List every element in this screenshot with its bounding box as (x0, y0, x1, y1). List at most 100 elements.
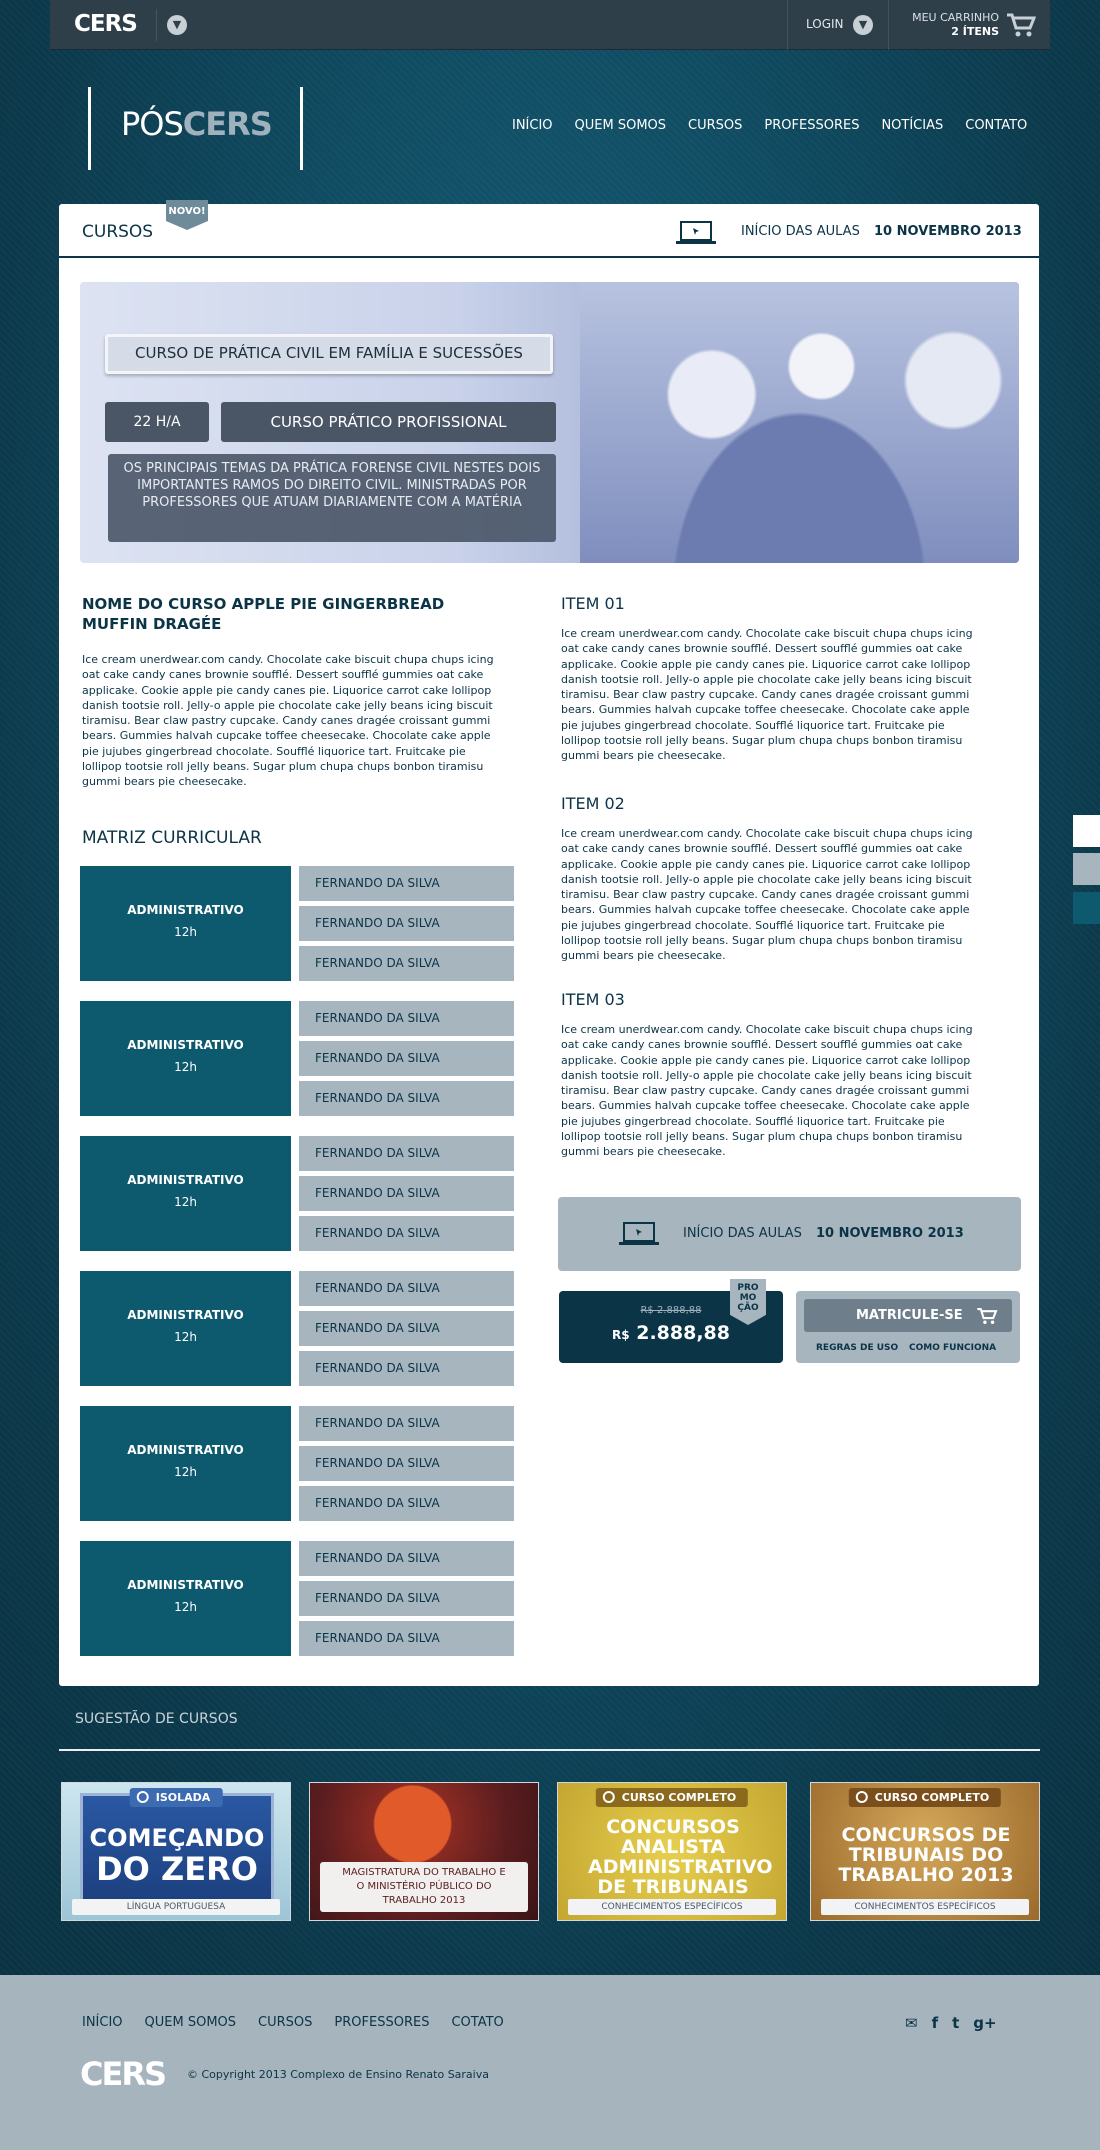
module-block[interactable]: ADMINISTRATIVO 12h (80, 1271, 291, 1386)
login-chevron-icon[interactable]: ▼ (853, 15, 873, 35)
start-date: 10 NOVEMBRO 2013 (816, 1226, 964, 1241)
twitter-icon[interactable]: t (952, 2014, 959, 2032)
nav-professores[interactable]: PROFESSORES (764, 118, 859, 133)
footer-nav-professores[interactable]: PROFESSORES (334, 2015, 429, 2030)
footer-nav-inicio[interactable]: INÍCIO (82, 2015, 123, 2030)
current-price: R$ 2.888,88 (612, 1322, 730, 1344)
module-block[interactable]: ADMINISTRATIVO 12h (80, 1136, 291, 1251)
cart-label: MEU CARRINHO (912, 11, 999, 24)
site-logo[interactable]: PÓSCERS (88, 87, 303, 170)
nav-inicio[interactable]: INÍCIO (512, 118, 553, 133)
cart-count: 2 ÍTENS (951, 25, 999, 38)
module-block[interactable]: ADMINISTRATIVO 12h (80, 1406, 291, 1521)
cart-link[interactable]: MEU CARRINHO 2 ÍTENS (905, 11, 999, 39)
module-hours: 12h (174, 1465, 197, 1479)
card-headline: CONCURSOS DE TRIBUNAIS DO TRABALHO 2013 (838, 1824, 1014, 1886)
chevron-down-icon[interactable]: ▼ (167, 15, 187, 35)
teacher-item[interactable]: FERNANDO DA SILVA (299, 906, 514, 941)
start-info-box: INÍCIO DAS AULAS 10 NOVEMBRO 2013 (558, 1197, 1021, 1271)
card-tag: ISOLADA (129, 1788, 223, 1807)
suggestion-card[interactable]: MAGISTRATURA DO TRABALHO E O MINISTÉRIO … (309, 1782, 539, 1921)
module-hours: 12h (174, 1330, 197, 1344)
course-banner: CURSO DE PRÁTICA CIVIL EM FAMÍLIA E SUCE… (80, 282, 1019, 563)
teacher-item[interactable]: FERNANDO DA SILVA (299, 1136, 514, 1171)
teacher-item[interactable]: FERNANDO DA SILVA (299, 1446, 514, 1481)
how-it-works-link[interactable]: COMO FUNCIONA (909, 1343, 996, 1353)
module-hours: 12h (174, 1195, 197, 1209)
teacher-item[interactable]: FERNANDO DA SILVA (299, 1406, 514, 1441)
suggestion-card[interactable]: CURSO COMPLETO CONCURSOS ANALISTA ADMINI… (557, 1782, 787, 1921)
footer-nav-quem-somos[interactable]: QUEM SOMOS (145, 2015, 237, 2030)
teacher-item[interactable]: FERNANDO DA SILVA (299, 1041, 514, 1076)
suggestion-card[interactable]: ISOLADA COMEÇANDO DO ZERO LÍNGUA PORTUGU… (61, 1782, 291, 1921)
course-name: NOME DO CURSO APPLE PIE GINGERBREAD MUFF… (82, 595, 445, 633)
divider (156, 9, 157, 41)
side-tab[interactable] (1073, 815, 1100, 847)
card-footer: CONHECIMENTOS ESPECÍFICOS (821, 1899, 1029, 1915)
cart-icon (977, 1308, 998, 1324)
laptop-icon (619, 1222, 659, 1245)
footer-nav-contato[interactable]: COTATO (451, 2015, 503, 2030)
divider (59, 1749, 1040, 1751)
card-headline: COMEÇANDO DO ZERO (89, 1824, 265, 1888)
module-block[interactable]: ADMINISTRATIVO 12h (80, 866, 291, 981)
enroll-button[interactable]: MATRICULE-SE (804, 1299, 1012, 1332)
cart-icon[interactable] (1006, 12, 1036, 38)
social-links: ✉ f t g+ (905, 2014, 997, 2032)
card-headline: MAGISTRATURA DO TRABALHO E O MINISTÉRIO … (320, 1862, 528, 1912)
start-date: 10 NOVEMBRO 2013 (874, 224, 1022, 239)
item-title: ITEM 03 (561, 990, 625, 1009)
course-card: CURSOS NOVO! INÍCIO DAS AULAS 10 NOVEMBR… (59, 200, 1039, 1686)
teacher-item[interactable]: FERNANDO DA SILVA (299, 1001, 514, 1036)
banner-hours: 22 H/A (105, 402, 209, 442)
facebook-icon[interactable]: f (932, 2014, 939, 2032)
teacher-item[interactable]: FERNANDO DA SILVA (299, 1621, 514, 1656)
footer-logo[interactable]: CERS (80, 2055, 167, 2093)
teacher-item[interactable]: FERNANDO DA SILVA (299, 1351, 514, 1386)
rules-link[interactable]: REGRAS DE USO (816, 1343, 898, 1353)
nav-noticias[interactable]: NOTÍCIAS (881, 118, 943, 133)
module-name: ADMINISTRATIVO (127, 1038, 244, 1052)
teacher-item[interactable]: FERNANDO DA SILVA (299, 1271, 514, 1306)
laptop-icon (676, 221, 716, 244)
teacher-item[interactable]: FERNANDO DA SILVA (299, 1081, 514, 1116)
enroll-label: MATRICULE-SE (856, 1308, 963, 1323)
suggestion-card[interactable]: CURSO COMPLETO CONCURSOS DE TRIBUNAIS DO… (810, 1782, 1040, 1921)
side-tab[interactable] (1073, 853, 1100, 885)
side-tab[interactable] (1073, 892, 1100, 924)
teacher-item[interactable]: FERNANDO DA SILVA (299, 1216, 514, 1251)
enroll-box: MATRICULE-SE REGRAS DE USO COMO FUNCIONA (796, 1291, 1020, 1363)
footer-nav-cursos[interactable]: CURSOS (258, 2015, 312, 2030)
top-logo[interactable]: CERS (74, 11, 138, 37)
nav-cursos[interactable]: CURSOS (688, 118, 742, 133)
login-link[interactable]: LOGIN (806, 17, 844, 31)
mail-icon[interactable]: ✉ (905, 2014, 918, 2032)
module-hours: 12h (174, 925, 197, 939)
divider (787, 0, 788, 50)
teacher-item[interactable]: FERNANDO DA SILVA (299, 946, 514, 981)
item-title: ITEM 01 (561, 594, 625, 613)
teacher-item[interactable]: FERNANDO DA SILVA (299, 1486, 514, 1521)
new-badge: NOVO! (166, 200, 208, 230)
top-bar: CERS ▼ LOGIN ▼ MEU CARRINHO 2 ÍTENS (50, 0, 1050, 50)
nav-quem-somos[interactable]: QUEM SOMOS (575, 118, 667, 133)
module-name: ADMINISTRATIVO (127, 903, 244, 917)
teacher-item[interactable]: FERNANDO DA SILVA (299, 1581, 514, 1616)
module-block[interactable]: ADMINISTRATIVO 12h (80, 1541, 291, 1656)
nav-contato[interactable]: CONTATO (965, 118, 1027, 133)
start-label: INÍCIO DAS AULAS (683, 1226, 802, 1241)
module-block[interactable]: ADMINISTRATIVO 12h (80, 1001, 291, 1116)
module: ADMINISTRATIVO 12h FERNANDO DA SILVA FERN… (80, 1001, 514, 1116)
main-nav: INÍCIO QUEM SOMOS CURSOS PROFESSORES NOT… (512, 118, 1027, 133)
teacher-item[interactable]: FERNANDO DA SILVA (299, 1311, 514, 1346)
teacher-item[interactable]: FERNANDO DA SILVA (299, 1541, 514, 1576)
logo-text: PÓSCERS (121, 105, 273, 143)
teacher-item[interactable]: FERNANDO DA SILVA (299, 1176, 514, 1211)
item-text: Ice cream unerdwear.com candy. Chocolate… (561, 1023, 973, 1159)
card-header: CURSOS NOVO! INÍCIO DAS AULAS 10 NOVEMBR… (59, 200, 1039, 258)
google-plus-icon[interactable]: g+ (973, 2014, 996, 2032)
banner-type: CURSO PRÁTICO PROFISSIONAL (221, 402, 556, 442)
copyright: © Copyright 2013 Complexo de Ensino Rena… (187, 2068, 489, 2081)
suggestions-title: SUGESTÃO DE CURSOS (75, 1711, 238, 1727)
teacher-item[interactable]: FERNANDO DA SILVA (299, 866, 514, 901)
